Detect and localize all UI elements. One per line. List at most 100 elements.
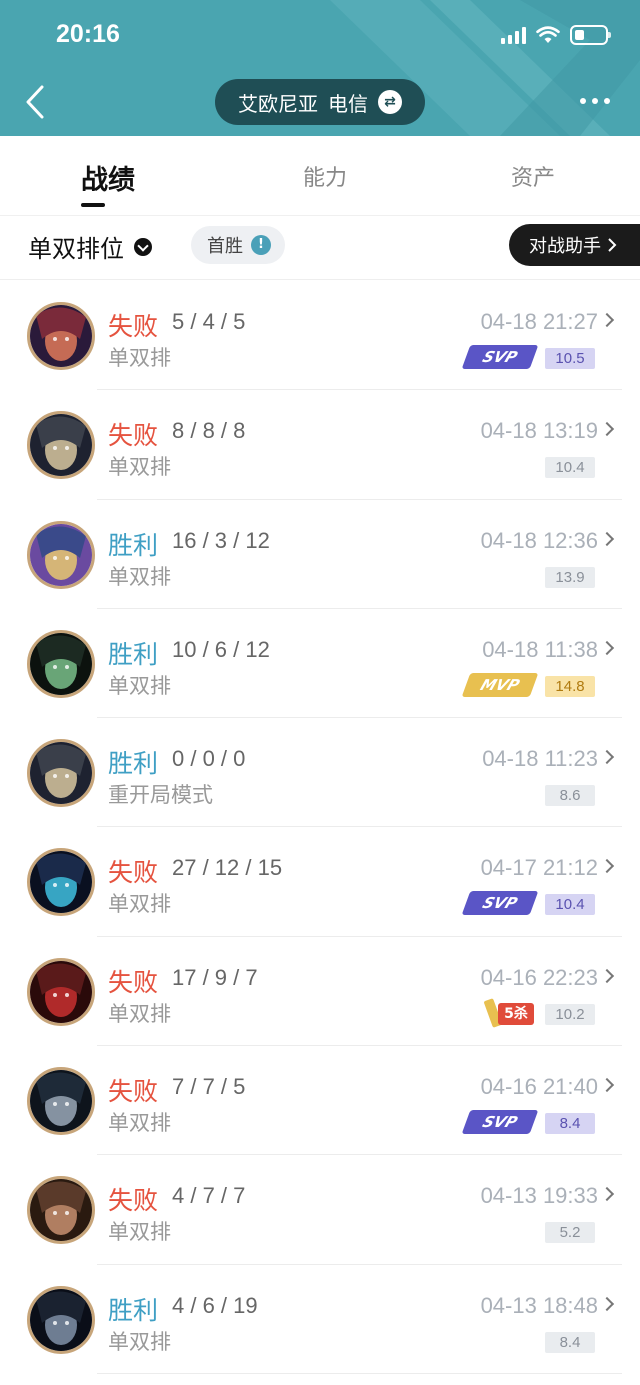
match-score: 10.5 — [545, 348, 595, 369]
match-row[interactable]: 失败 7 / 7 / 5 单双排 04-16 21:40 SVP 8.4 — [0, 1046, 640, 1156]
champion-avatar — [27, 739, 95, 808]
match-mode: 单双排 — [108, 673, 171, 698]
match-time: 04-13 19:33 — [480, 1183, 598, 1209]
match-row[interactable]: 胜利 10 / 6 / 12 单双排 04-18 11:38 MVP 14.8 — [0, 609, 640, 719]
svp-badge: SVP — [461, 345, 539, 369]
match-row[interactable]: 失败 17 / 9 / 7 单双排 04-16 22:23 5杀 10.2 — [0, 937, 640, 1047]
champion-avatar — [27, 302, 95, 370]
champion-portrait-icon — [30, 851, 92, 914]
row-divider — [97, 1372, 622, 1374]
match-row[interactable]: 胜利 0 / 0 / 0 重开局模式 04-18 11:23 8.6 — [0, 718, 640, 828]
match-time: 04-18 21:27 — [480, 309, 598, 334]
match-kda: 17 / 9 / 7 — [172, 964, 258, 990]
match-time: 04-18 12:36 — [480, 527, 598, 553]
match-result: 胜利 — [108, 530, 159, 560]
match-kda: 27 / 12 / 15 — [172, 855, 283, 881]
match-result: 胜利 — [108, 1295, 159, 1325]
match-mode: 单双排 — [108, 1111, 171, 1136]
more-menu-icon[interactable] — [580, 98, 610, 104]
match-time: 04-18 11:23 — [482, 746, 598, 772]
match-row[interactable]: 胜利 4 / 6 / 19 单双排 04-13 18:48 8.4 — [0, 1265, 640, 1374]
info-icon: ! — [251, 235, 271, 255]
tab-bar: 战绩 能力 资产 — [0, 136, 640, 216]
champion-portrait-icon — [30, 1288, 92, 1351]
chevron-right-icon — [608, 238, 617, 252]
queue-select[interactable]: 单双排位 — [28, 229, 152, 264]
champion-avatar — [27, 957, 95, 1026]
match-time: 04-13 18:48 — [480, 1292, 598, 1318]
match-score: 8.4 — [545, 1113, 595, 1135]
chevron-right-icon — [599, 1296, 615, 1311]
chevron-down-icon — [134, 237, 152, 256]
match-mode: 单双排 — [108, 564, 171, 589]
battery-icon — [570, 25, 611, 45]
champion-portrait-icon — [30, 414, 92, 477]
match-result: 失败 — [108, 312, 159, 341]
champion-portrait-icon — [30, 632, 92, 695]
first-win-label: 首胜 — [207, 236, 243, 257]
champion-avatar — [27, 629, 95, 698]
match-time: 04-16 22:23 — [480, 964, 598, 990]
match-score: 8.6 — [545, 785, 595, 807]
match-row[interactable]: 失败 4 / 7 / 7 单双排 04-13 19:33 5.2 — [0, 1155, 640, 1265]
match-mode: 重开局模式 — [108, 783, 213, 808]
match-score: 10.4 — [545, 894, 595, 916]
match-kda: 16 / 3 / 12 — [172, 527, 270, 553]
match-result: 失败 — [108, 1077, 159, 1107]
match-score: 13.9 — [545, 566, 595, 588]
match-kda: 8 / 8 / 8 — [172, 418, 246, 444]
app-header: 20:16 艾欧尼亚 电信 ⇄ — [0, 0, 640, 136]
match-mode: 单双排 — [108, 1329, 171, 1354]
match-score: 10.2 — [545, 1003, 595, 1025]
match-list: 失败 5 / 4 / 5 单双排 04-18 21:27 SVP 10.5 失败… — [0, 281, 640, 1374]
match-mode: 单双排 — [108, 346, 171, 370]
match-row[interactable]: 失败 5 / 4 / 5 单双排 04-18 21:27 SVP 10.5 — [0, 281, 640, 391]
mvp-badge: MVP — [461, 672, 539, 697]
first-win-chip[interactable]: 首胜 ! — [191, 226, 285, 264]
champion-portrait-icon — [30, 523, 92, 586]
match-kda: 10 / 6 / 12 — [172, 636, 270, 662]
tab-assets[interactable]: 资产 — [511, 160, 555, 192]
champion-portrait-icon — [30, 1070, 92, 1133]
match-score: 5.2 — [545, 1222, 595, 1244]
wifi-icon — [536, 26, 560, 43]
champion-avatar — [27, 848, 95, 917]
match-row[interactable]: 失败 27 / 12 / 15 单双排 04-17 21:12 SVP 10.4 — [0, 827, 640, 937]
champion-avatar — [27, 1176, 95, 1245]
match-result: 失败 — [108, 1186, 159, 1216]
match-result: 胜利 — [108, 749, 159, 779]
match-row[interactable]: 失败 8 / 8 / 8 单双排 04-18 13:19 10.4 — [0, 390, 640, 500]
server-switch-button[interactable]: 艾欧尼亚 电信 ⇄ — [215, 79, 425, 125]
tab-record[interactable]: 战绩 — [81, 158, 135, 197]
champion-portrait-icon — [30, 742, 92, 805]
status-icons — [501, 22, 611, 48]
champion-portrait-icon — [30, 1179, 92, 1242]
match-kda: 4 / 7 / 7 — [172, 1183, 246, 1209]
match-row[interactable]: 胜利 16 / 3 / 12 单双排 04-18 12:36 13.9 — [0, 500, 640, 609]
penta-kill-badge: 5杀 — [483, 997, 536, 1028]
signal-icon — [501, 26, 526, 44]
champion-portrait-icon — [30, 960, 92, 1023]
chevron-right-icon — [599, 968, 615, 983]
svp-badge: SVP — [461, 1110, 539, 1135]
match-kda: 0 / 0 / 0 — [172, 746, 246, 772]
match-result: 失败 — [108, 421, 159, 451]
back-icon[interactable] — [20, 82, 54, 122]
match-kda: 7 / 7 / 5 — [172, 1074, 246, 1100]
battle-assistant-button[interactable]: 对战助手 — [509, 224, 640, 266]
match-result: 失败 — [108, 858, 159, 888]
region-label: 艾欧尼亚 — [238, 91, 318, 116]
match-mode: 单双排 — [108, 892, 171, 917]
match-result: 失败 — [108, 967, 159, 997]
match-kda: 5 / 4 / 5 — [172, 309, 246, 334]
match-time: 04-17 21:12 — [480, 855, 598, 881]
chevron-right-icon — [599, 859, 615, 874]
match-mode: 单双排 — [108, 1220, 171, 1245]
match-kda: 4 / 6 / 19 — [172, 1292, 258, 1318]
tab-ability[interactable]: 能力 — [303, 160, 347, 192]
penta-kill-label: 5杀 — [498, 1002, 534, 1025]
match-time: 04-18 13:19 — [480, 418, 598, 444]
match-result: 胜利 — [108, 639, 159, 669]
champion-avatar — [27, 1285, 95, 1354]
chevron-right-icon — [599, 312, 615, 328]
